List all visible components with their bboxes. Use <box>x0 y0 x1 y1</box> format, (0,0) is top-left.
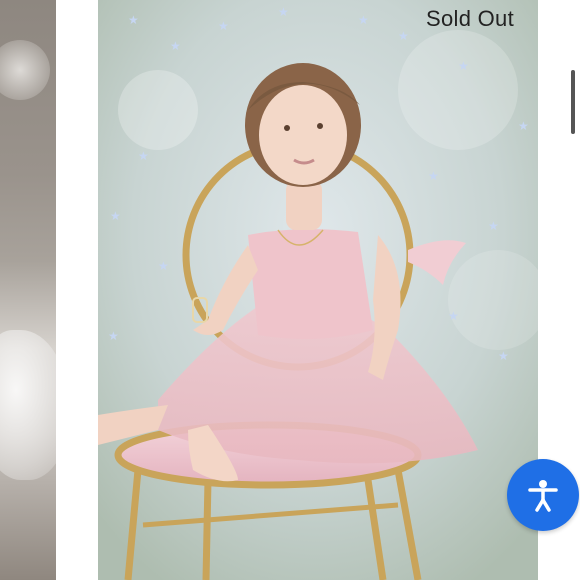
star-decoration: ★ <box>128 13 139 27</box>
star-decoration: ★ <box>138 149 149 163</box>
tulle-detail <box>0 330 56 480</box>
star-decoration: ★ <box>170 39 181 53</box>
star-decoration: ★ <box>428 169 439 183</box>
product-photo-illustration <box>98 0 538 580</box>
accessibility-button[interactable] <box>507 459 579 531</box>
product-image[interactable]: ★ ★ ★ ★ ★ ★ ★ ★ ★ ★ ★ ★ ★ ★ ★ ★ <box>98 0 538 580</box>
star-decoration: ★ <box>498 349 509 363</box>
star-decoration: ★ <box>158 259 169 273</box>
star-decoration: ★ <box>448 309 459 323</box>
tulle-detail <box>0 40 50 100</box>
star-decoration: ★ <box>358 13 369 27</box>
star-decoration: ★ <box>278 5 289 19</box>
sold-out-label: Sold Out <box>426 6 515 31</box>
scrollbar[interactable] <box>571 70 575 134</box>
star-decoration: ★ <box>218 19 229 33</box>
previous-product-image[interactable] <box>0 0 56 580</box>
accessibility-person-icon <box>528 480 558 512</box>
star-decoration: ★ <box>398 29 409 43</box>
star-decoration: ★ <box>110 209 121 223</box>
star-decoration: ★ <box>458 59 469 73</box>
star-decoration: ★ <box>108 329 119 343</box>
star-decoration: ★ <box>488 219 499 233</box>
star-decoration: ★ <box>518 119 529 133</box>
